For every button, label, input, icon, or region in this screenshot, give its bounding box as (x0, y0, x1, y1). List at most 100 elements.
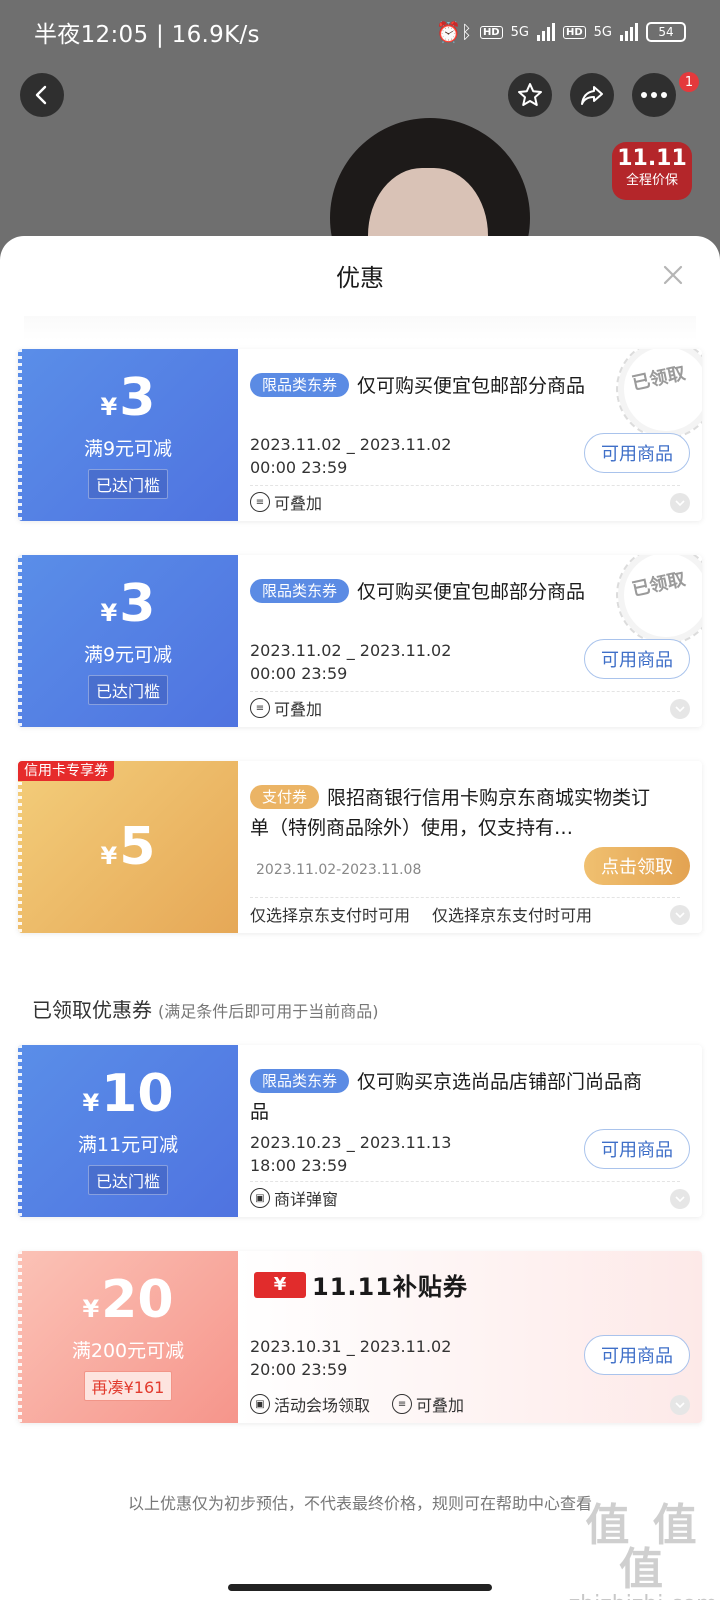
more-menu-button[interactable] (632, 73, 676, 117)
credit-card-ribbon: 信用卡专享券 (18, 761, 114, 781)
coupon-threshold-badge: 再凑¥161 (83, 1370, 173, 1401)
bluetooth-icon: ᛒ (461, 21, 472, 43)
back-button[interactable] (20, 73, 64, 117)
claimed-coupon-card[interactable]: ¥10 满11元可减 已达门槛 限品类东券 仅可购买京选尚品店铺部门尚品商品 20… (18, 1045, 702, 1217)
status-bar: 半夜12:05 | 16.9K/s ⏰ ᛒ HD 5G HD 5G 54 (0, 0, 720, 64)
coupon-description: 限品类东券 仅可购买京选尚品店铺部门尚品商品 (250, 1069, 643, 1123)
coupon-description: 限品类东券 仅可购买便宜包邮部分商品 (250, 371, 680, 401)
subsidy-coupon-title: ¥ 11.11补贴券 (254, 1267, 468, 1302)
coupon-validity: 2023.11.02 _ 2023.11.02 00:00 23:59 (250, 641, 452, 683)
coupon-footer: ≡ 可叠加 (250, 487, 322, 517)
signal-icon-2 (620, 23, 638, 41)
coupon-card[interactable]: ¥5 信用卡专享券 支付券 限招商银行信用卡购京东商城实物类订单（特例商品除外）使… (18, 761, 702, 933)
coupon-value-panel: ¥10 满11元可减 已达门槛 (18, 1045, 238, 1217)
divider (250, 897, 680, 898)
usable-products-button[interactable]: 可用商品 (584, 639, 690, 679)
back-arrow-icon (35, 85, 47, 105)
usable-products-button[interactable]: 可用商品 (584, 1129, 690, 1169)
coupon-amount: ¥3 (100, 367, 156, 428)
coupon-type-tag: 支付券 (250, 785, 320, 809)
discount-sheet: 优惠 ¥3 满9元可减 已达门槛 已领取 限品类东券 仅可购买便宜包邮部分商品 2… (0, 236, 720, 1600)
coupon-card[interactable]: ¥3 满9元可减 已达门槛 已领取 限品类东券 仅可购买便宜包邮部分商品 2023… (18, 349, 702, 521)
coupon-validity: 2023.11.02-2023.11.08 (256, 862, 422, 878)
product-page-background: 半夜12:05 | 16.9K/s ⏰ ᛒ HD 5G HD 5G 54 1 1… (0, 0, 720, 260)
claimed-section-title: 已领取优惠券 (32, 998, 152, 1022)
coupon-amount: ¥3 (100, 573, 156, 634)
coupon-condition: 满9元可减 (83, 437, 173, 460)
subsidy-yen-badge: ¥ (254, 1271, 306, 1298)
coupon-card[interactable]: ¥3 满9元可减 已达门槛 已领取 限品类东券 仅可购买便宜包邮部分商品 2023… (18, 555, 702, 727)
usable-products-button[interactable]: 可用商品 (584, 1335, 690, 1375)
coupon-threshold-badge: 已达门槛 (87, 468, 168, 499)
status-time: 半夜12:05 | 16.9K/s (34, 22, 260, 48)
claim-button[interactable]: 点击领取 (584, 847, 690, 885)
signal-icon (536, 23, 555, 41)
star-icon (518, 83, 542, 106)
popup-icon: ▣ (250, 1188, 270, 1208)
share-icon (581, 86, 603, 105)
coupon-details: 支付券 限招商银行信用卡购京东商城实物类订单（特例商品除外）使用，仅支持有… 20… (250, 761, 702, 933)
coupon-type-tag: 限品类东券 (250, 373, 350, 397)
coupon-condition: 满200元可减 (71, 1339, 185, 1362)
coupon-details: 限品类东券 仅可购买京选尚品店铺部门尚品商品 2023.10.23 _ 2023.… (250, 1045, 702, 1217)
hd-icon: HD (479, 25, 503, 39)
coupon-value-panel: ¥5 (18, 761, 238, 933)
usable-products-button[interactable]: 可用商品 (584, 433, 690, 473)
divider (250, 485, 680, 486)
expand-chevron-icon[interactable] (670, 493, 690, 513)
hd-icon-2: HD (562, 25, 586, 39)
close-button[interactable] (660, 262, 686, 288)
coupon-value-panel: ¥20 满200元可减 再凑¥161 (18, 1251, 238, 1423)
share-button[interactable] (570, 73, 614, 117)
coupon-details: ¥ 11.11补贴券 2023.10.31 _ 2023.11.02 20:00 … (238, 1251, 702, 1423)
status-icons: ᛒ HD 5G HD 5G 54 (461, 22, 686, 43)
price-protect-title: 11.11 (617, 146, 687, 171)
home-indicator[interactable] (228, 1584, 492, 1591)
list-top-fade (24, 316, 696, 340)
coupon-footer: ≡ 可叠加 (250, 693, 322, 723)
coupon-validity: 2023.10.23 _ 2023.11.13 18:00 23:59 (250, 1133, 452, 1175)
venue-icon: ▣ (250, 1394, 270, 1414)
claimed-coupon-card[interactable]: ¥20 满200元可减 再凑¥161 ¥ 11.11补贴券 2023.10.31… (18, 1251, 702, 1423)
coupon-type-tag: 限品类东券 (250, 1069, 350, 1093)
net-type-label: 5G (510, 24, 529, 40)
coupon-footer: ▣ 商详弹窗 (250, 1183, 338, 1213)
coupon-validity: 2023.11.02 _ 2023.11.02 00:00 23:59 (250, 435, 452, 477)
coupon-description: 限品类东券 仅可购买便宜包邮部分商品 (250, 577, 680, 607)
coupon-validity: 2023.10.31 _ 2023.11.02 20:00 23:59 (250, 1337, 452, 1379)
coupon-amount: ¥20 (82, 1269, 174, 1330)
coupon-value-panel: ¥3 满9元可减 已达门槛 (18, 555, 238, 727)
coupon-value-panel: ¥3 满9元可减 已达门槛 (18, 349, 238, 521)
coupon-amount: ¥5 (100, 817, 156, 877)
sheet-title: 优惠 (336, 264, 384, 292)
price-protect-badge: 11.11 全程价保 (612, 142, 692, 200)
expand-chevron-icon[interactable] (670, 905, 690, 925)
site-watermark: 值 值 值 zhizhizhi.com (569, 1500, 718, 1600)
coupon-footer: 仅选择京东支付时可用 仅选择京东支付时可用 (250, 906, 593, 925)
expand-chevron-icon[interactable] (670, 699, 690, 719)
coupon-threshold-badge: 已达门槛 (87, 674, 168, 705)
coupon-condition: 满9元可减 (83, 643, 173, 666)
coupon-condition: 满11元可减 (77, 1133, 179, 1156)
favorite-button[interactable] (508, 73, 552, 117)
alarm-icon: ⏰ (436, 20, 462, 44)
divider (250, 1181, 680, 1182)
claimed-section-subtitle: (满足条件后即可用于当前商品) (158, 1002, 379, 1021)
divider (250, 691, 680, 692)
expand-chevron-icon[interactable] (670, 1189, 690, 1209)
coupon-details: 已领取 限品类东券 仅可购买便宜包邮部分商品 2023.11.02 _ 2023.… (250, 349, 702, 521)
price-protect-label: 全程价保 (625, 173, 678, 188)
stackable-icon: ≡ (392, 1394, 413, 1414)
coupon-footer: ▣ 活动会场领取 ≡ 可叠加 (250, 1389, 464, 1419)
coupon-threshold-badge: 已达门槛 (87, 1164, 168, 1195)
more-dots-icon (641, 92, 667, 98)
expand-chevron-icon[interactable] (670, 1395, 690, 1415)
claimed-section-header: 已领取优惠券 (满足条件后即可用于当前商品) (32, 994, 379, 1023)
net-type-label-2: 5G (593, 24, 612, 40)
stackable-icon: ≡ (250, 492, 270, 512)
menu-notification-badge: 1 (679, 72, 699, 92)
close-icon (663, 265, 683, 285)
coupon-type-tag: 限品类东券 (250, 579, 350, 603)
coupon-amount: ¥10 (82, 1063, 174, 1124)
coupon-details: 已领取 限品类东券 仅可购买便宜包邮部分商品 2023.11.02 _ 2023.… (250, 555, 702, 727)
